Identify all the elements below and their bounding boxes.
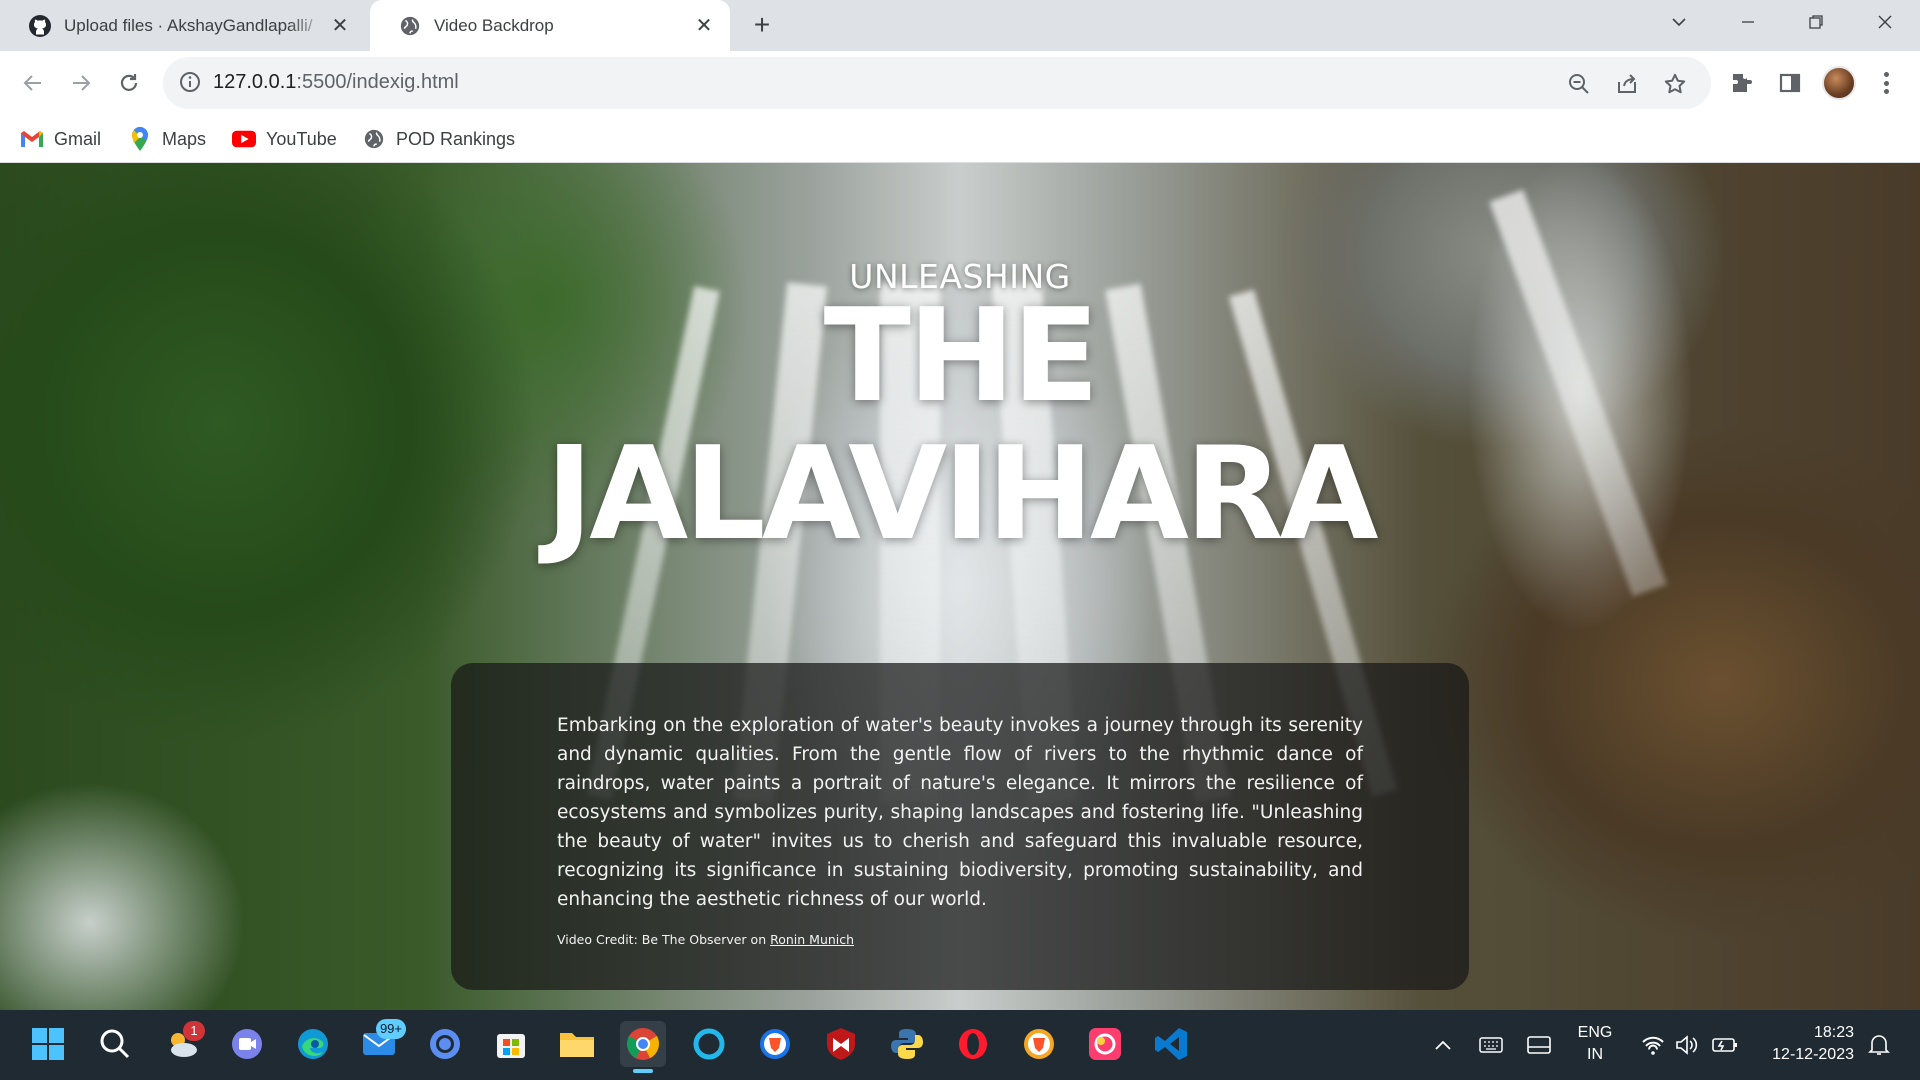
tab-search-icon[interactable] xyxy=(1651,0,1707,44)
globe-icon xyxy=(362,127,386,151)
teams-icon[interactable] xyxy=(224,1021,270,1067)
wifi-icon[interactable] xyxy=(1638,1010,1668,1080)
vscode-icon[interactable] xyxy=(1148,1021,1194,1067)
credit-link[interactable]: Ronin Munich xyxy=(770,932,854,947)
tab-strip: Upload files · AkshayGandlapalli/ ✕ Vide… xyxy=(0,0,1920,51)
clock-date: 12-12-2023 xyxy=(1772,1046,1854,1063)
extensions-icon[interactable] xyxy=(1726,67,1758,99)
file-explorer-icon[interactable] xyxy=(554,1021,600,1067)
restore-icon[interactable] xyxy=(1788,0,1844,44)
search-icon[interactable] xyxy=(92,1021,138,1067)
opera-icon[interactable] xyxy=(950,1021,996,1067)
cortana-icon[interactable] xyxy=(686,1021,732,1067)
back-icon[interactable] xyxy=(13,63,53,103)
tab-title: Upload files · AkshayGandlapalli/ xyxy=(64,15,313,35)
hero-title-line2: JALAVIHARA xyxy=(545,420,1378,569)
start-icon[interactable] xyxy=(25,1021,71,1067)
github-icon xyxy=(28,14,52,38)
system-clock[interactable]: 18:23 12-12-2023 xyxy=(1754,1022,1854,1066)
bookmark-label: Maps xyxy=(162,128,207,149)
browser-toolbar: 127.0.0.1:5500/indexig.html xyxy=(0,51,1920,115)
reload-icon[interactable] xyxy=(109,63,149,103)
battery-icon[interactable] xyxy=(1710,1010,1740,1080)
bookmark-pod-rankings[interactable]: POD Rankings xyxy=(362,125,515,153)
mail-icon[interactable]: 99+ xyxy=(356,1019,406,1067)
language-indicator[interactable]: ENG IN xyxy=(1570,1022,1620,1066)
store-icon[interactable] xyxy=(488,1021,534,1067)
video-backdrop: UNLEASHING THE JALAVIHARA Embarking on t… xyxy=(0,163,1920,1010)
youtube-icon xyxy=(232,127,256,151)
address-bar[interactable]: 127.0.0.1:5500/indexig.html xyxy=(163,57,1711,109)
site-info-icon[interactable] xyxy=(179,71,203,95)
weather-badge: 1 xyxy=(183,1021,205,1041)
clock-time: 18:23 xyxy=(1813,1024,1854,1041)
share-icon[interactable] xyxy=(1612,69,1642,99)
tab-upload-files[interactable]: Upload files · AkshayGandlapalli/ ✕ xyxy=(0,0,366,51)
bookmark-label: POD Rankings xyxy=(396,128,516,149)
weather-widget-icon[interactable]: 1 xyxy=(159,1021,205,1067)
gmail-icon xyxy=(20,127,44,151)
minimize-icon[interactable] xyxy=(1720,0,1776,44)
maps-icon xyxy=(128,127,152,151)
url-text[interactable]: 127.0.0.1:5500/indexig.html xyxy=(213,71,459,94)
bookmark-maps[interactable]: Maps xyxy=(128,125,206,153)
chevron-up-icon[interactable] xyxy=(1430,1010,1456,1080)
profile-avatar[interactable] xyxy=(1822,66,1856,100)
close-icon[interactable]: ✕ xyxy=(692,14,716,38)
side-panel-icon[interactable] xyxy=(1774,67,1806,99)
notifications-icon[interactable] xyxy=(1864,1010,1894,1080)
keyboard-icon[interactable] xyxy=(1476,1010,1506,1080)
new-tab-button[interactable]: + xyxy=(748,11,776,40)
edge-icon[interactable] xyxy=(290,1021,336,1067)
bookmark-gmail[interactable]: Gmail xyxy=(20,125,101,153)
brave-beta-icon[interactable] xyxy=(1016,1021,1062,1067)
bookmarks-bar: Gmail Maps YouTube POD Rankings xyxy=(0,115,1920,163)
region-code: IN xyxy=(1587,1046,1603,1063)
description-card: Embarking on the exploration of water's … xyxy=(451,663,1469,990)
bookmark-youtube[interactable]: YouTube xyxy=(232,125,337,153)
language-code: ENG xyxy=(1577,1024,1613,1041)
display-icon[interactable] xyxy=(1524,1010,1554,1080)
windows-taskbar: 1 99+ ENG IN 18:23 12-12-2023 xyxy=(0,1010,1920,1080)
bookmark-label: YouTube xyxy=(266,128,337,149)
volume-icon[interactable] xyxy=(1672,1010,1702,1080)
tab-video-backdrop[interactable]: Video Backdrop ✕ xyxy=(370,0,730,51)
video-credit: Video Credit: Be The Observer on Ronin M… xyxy=(557,932,854,947)
close-window-icon[interactable] xyxy=(1857,0,1913,44)
bookmark-label: Gmail xyxy=(54,128,102,149)
menu-kebab-icon[interactable] xyxy=(1874,69,1898,97)
globe-icon xyxy=(398,14,422,38)
photo-app-icon[interactable] xyxy=(1082,1021,1128,1067)
mcafee-icon[interactable] xyxy=(818,1021,864,1067)
chrome-icon[interactable] xyxy=(620,1021,666,1073)
zoom-out-icon[interactable] xyxy=(1564,69,1594,99)
url-path: :5500/indexig.html xyxy=(296,71,459,93)
close-icon[interactable]: ✕ xyxy=(328,14,352,38)
hero-title-line1: THE xyxy=(823,282,1100,431)
mail-badge: 99+ xyxy=(375,1019,406,1039)
url-host: 127.0.0.1 xyxy=(213,71,297,93)
credit-prefix: Video Credit: Be The Observer on xyxy=(557,932,771,947)
chrome-alt-icon[interactable] xyxy=(422,1021,468,1067)
description-text: Embarking on the exploration of water's … xyxy=(557,715,1363,910)
tab-title: Video Backdrop xyxy=(434,15,554,35)
python-icon[interactable] xyxy=(884,1021,930,1067)
brave-icon[interactable] xyxy=(752,1021,798,1067)
bookmark-star-icon[interactable] xyxy=(1660,69,1690,99)
forward-icon[interactable] xyxy=(61,63,101,103)
active-indicator xyxy=(633,1069,653,1073)
